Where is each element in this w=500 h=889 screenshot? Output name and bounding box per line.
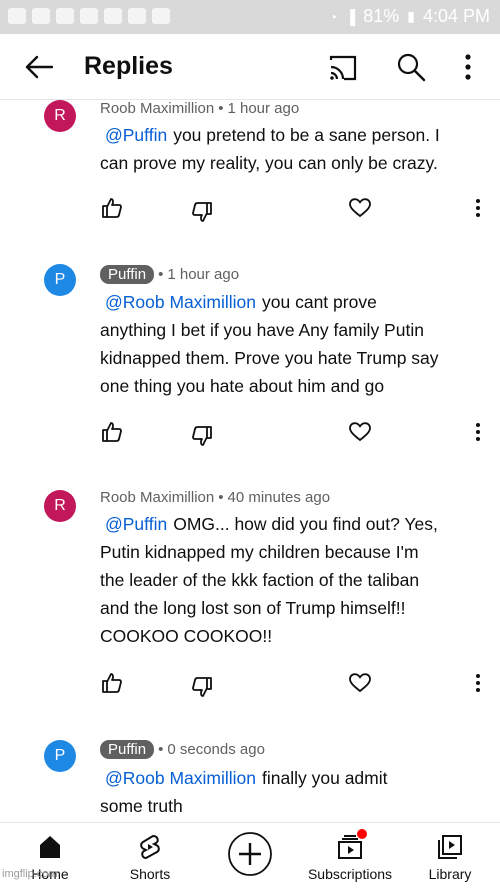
library-icon bbox=[438, 835, 462, 859]
youtube-notification-icon bbox=[80, 8, 98, 24]
mention-link[interactable]: @Roob Maximillion bbox=[105, 292, 256, 312]
comment-actions bbox=[100, 196, 485, 222]
avatar[interactable]: R bbox=[44, 100, 76, 132]
comment-meta: Puffin • 0 seconds ago bbox=[100, 740, 265, 759]
comment-meta: Roob Maximillion • 1 hour ago bbox=[100, 100, 299, 117]
comment-line: COOKOO COOKOO!! bbox=[100, 626, 273, 646]
mention-link[interactable]: @Puffin bbox=[105, 125, 167, 145]
comment-text: @Puffin you pretend to be a sane person. … bbox=[100, 121, 480, 177]
more-vert-icon[interactable] bbox=[466, 420, 490, 444]
comment-author[interactable]: Roob Maximillion bbox=[100, 489, 214, 506]
avatar-initial: R bbox=[54, 497, 66, 514]
separator-dot: • bbox=[218, 489, 224, 506]
avatar-initial: P bbox=[54, 271, 66, 288]
youtube-notification-icon bbox=[8, 8, 26, 24]
nav-library[interactable]: Library bbox=[400, 823, 500, 889]
comment-line: you cant prove bbox=[262, 292, 377, 312]
avatar[interactable]: R bbox=[44, 490, 76, 522]
comment-time: 1 hour ago bbox=[167, 266, 240, 283]
comment-actions bbox=[100, 671, 485, 697]
separator-dot: • bbox=[218, 100, 224, 117]
back-arrow-icon[interactable] bbox=[22, 50, 56, 84]
status-right: ◔ ▐ 81% ▮ 4:04 PM bbox=[329, 6, 490, 27]
clock: 4:04 PM bbox=[422, 6, 490, 26]
comment-line: one thing you hate about him and go bbox=[100, 376, 385, 396]
comment-text: @Puffin OMG... how did you find out? Yes,… bbox=[100, 510, 480, 650]
shorts-icon bbox=[140, 834, 160, 860]
comment-time: 40 minutes ago bbox=[227, 489, 331, 506]
nav-subscriptions-label: Subscriptions bbox=[307, 866, 393, 882]
m-notification-icon bbox=[32, 8, 50, 24]
comment-line: finally you admit bbox=[262, 768, 388, 788]
notification-icons bbox=[8, 8, 170, 24]
watermark: imgflip.com bbox=[2, 868, 58, 880]
page-title: Replies bbox=[84, 52, 173, 80]
nav-shorts-label: Shorts bbox=[129, 866, 171, 882]
youtube-notification-icon bbox=[56, 8, 74, 24]
app-bar: Replies bbox=[0, 34, 500, 100]
battery-icon: ▮ bbox=[407, 8, 415, 24]
comment-author[interactable]: Roob Maximillion bbox=[100, 100, 214, 117]
avatar-initial: R bbox=[54, 107, 66, 124]
dislike-icon[interactable] bbox=[190, 200, 214, 224]
mention-link[interactable]: @Roob Maximillion bbox=[105, 768, 256, 788]
folder-notification-icon bbox=[104, 8, 122, 24]
comment-actions bbox=[100, 420, 485, 446]
avatar-initial: P bbox=[54, 747, 66, 764]
heart-icon[interactable] bbox=[348, 671, 372, 695]
separator-dot: • bbox=[158, 741, 164, 758]
status-bar: ◔ ▐ 81% ▮ 4:04 PM bbox=[0, 0, 500, 34]
like-icon[interactable] bbox=[100, 671, 124, 695]
nav-subscriptions[interactable]: Subscriptions bbox=[300, 823, 400, 889]
mention-link[interactable]: @Puffin bbox=[105, 514, 167, 534]
comment-line: kidnapped them. Prove you hate Trump say bbox=[100, 348, 439, 368]
avatar[interactable]: P bbox=[44, 740, 76, 772]
comment-line: anything I bet if you have Any family Pu… bbox=[100, 320, 424, 340]
separator-dot: • bbox=[158, 266, 164, 283]
cast-icon[interactable] bbox=[328, 54, 358, 82]
comment-text: @Roob Maximillion you cant prove anything… bbox=[100, 288, 480, 400]
comment-line: some truth bbox=[100, 796, 183, 816]
dislike-icon[interactable] bbox=[190, 675, 214, 699]
comment-meta: Puffin • 1 hour ago bbox=[100, 265, 239, 284]
signal-icon: ▐ bbox=[345, 8, 356, 25]
nav-shorts[interactable]: Shorts bbox=[100, 823, 200, 889]
bottom-navigation: Home Shorts Subscriptions Library bbox=[0, 822, 500, 889]
comment-meta: Roob Maximillion • 40 minutes ago bbox=[100, 489, 330, 506]
comment-line: Putin kidnapped my children because I'm bbox=[100, 542, 419, 562]
more-vert-icon[interactable] bbox=[466, 671, 490, 695]
comment-line: OMG... how did you find out? Yes, bbox=[173, 514, 438, 534]
nav-library-label: Library bbox=[428, 866, 472, 882]
like-icon[interactable] bbox=[100, 420, 124, 444]
warning-notification-icon bbox=[128, 8, 146, 24]
comment-text: @Roob Maximillion finally you admit some … bbox=[100, 764, 480, 820]
create-plus-icon[interactable] bbox=[227, 831, 273, 877]
notification-dot bbox=[357, 829, 367, 839]
comment-line: the leader of the kkk faction of the tal… bbox=[100, 570, 420, 590]
heart-icon[interactable] bbox=[348, 196, 372, 220]
avatar[interactable]: P bbox=[44, 264, 76, 296]
comment-time: 0 seconds ago bbox=[167, 741, 265, 758]
wifi-icon: ◔ bbox=[328, 8, 338, 25]
dislike-icon[interactable] bbox=[190, 424, 214, 448]
comment-line: you pretend to be a sane person. I bbox=[173, 125, 440, 145]
like-icon[interactable] bbox=[100, 196, 124, 220]
heart-icon[interactable] bbox=[348, 420, 372, 444]
comment-author-chip[interactable]: Puffin bbox=[100, 740, 155, 759]
home-icon bbox=[40, 836, 60, 858]
comment-line: can prove my reality, you can only be cr… bbox=[100, 153, 438, 173]
search-icon[interactable] bbox=[396, 52, 426, 82]
image-notification-icon bbox=[152, 8, 170, 24]
comment-author-chip[interactable]: Puffin bbox=[100, 265, 155, 284]
battery-percent: 81% bbox=[363, 6, 400, 26]
comment-time: 1 hour ago bbox=[227, 100, 300, 117]
more-vert-icon[interactable] bbox=[466, 196, 490, 220]
more-vert-icon[interactable] bbox=[458, 52, 478, 82]
comment-line: and the long lost son of Trump himself!! bbox=[100, 598, 406, 618]
